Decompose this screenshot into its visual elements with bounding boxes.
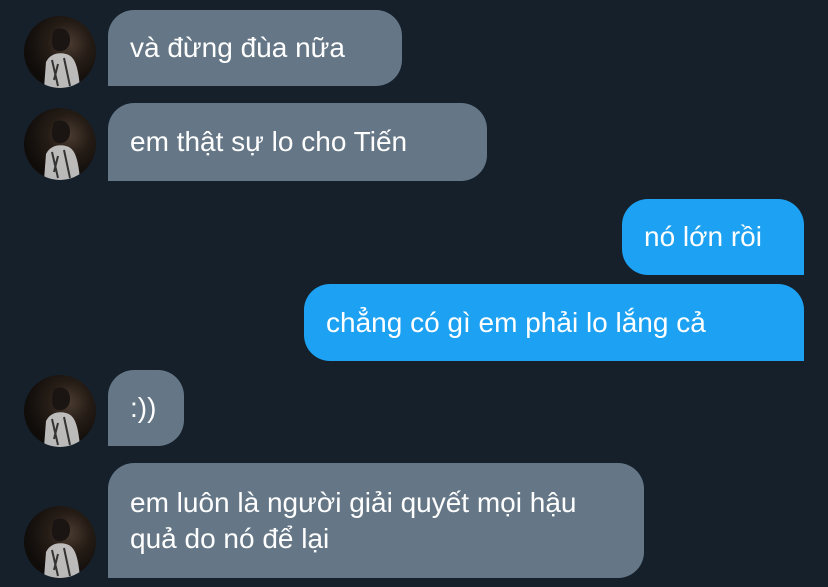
message-text: chẳng có gì em phải lo lắng cả bbox=[326, 306, 706, 338]
message-text: nó lớn rồi bbox=[644, 221, 762, 252]
contact-avatar[interactable] bbox=[24, 506, 96, 578]
contact-avatar[interactable] bbox=[24, 108, 96, 180]
message-bubble-incoming[interactable]: và đừng đùa nữa bbox=[108, 10, 402, 86]
contact-avatar[interactable] bbox=[24, 375, 96, 447]
message-bubble-incoming[interactable]: em luôn là người giải quyết mọi hậu quả … bbox=[108, 463, 644, 578]
message-bubble-incoming[interactable]: em thật sự lo cho Tiến bbox=[108, 103, 487, 181]
person-silhouette-icon bbox=[44, 28, 80, 88]
message-bubble-outgoing[interactable]: nó lớn rồi bbox=[622, 199, 804, 275]
message-bubble-outgoing[interactable]: chẳng có gì em phải lo lắng cả bbox=[304, 284, 804, 361]
contact-avatar[interactable] bbox=[24, 16, 96, 88]
person-silhouette-icon bbox=[44, 518, 80, 578]
person-silhouette-icon bbox=[44, 120, 80, 180]
message-text: :)) bbox=[130, 392, 157, 423]
person-silhouette-icon bbox=[44, 387, 80, 447]
message-text: em thật sự lo cho Tiến bbox=[130, 126, 408, 157]
message-bubble-incoming[interactable]: :)) bbox=[108, 370, 184, 446]
message-text: em luôn là người giải quyết mọi hậu quả … bbox=[130, 486, 577, 554]
message-text: và đừng đùa nữa bbox=[130, 32, 345, 63]
